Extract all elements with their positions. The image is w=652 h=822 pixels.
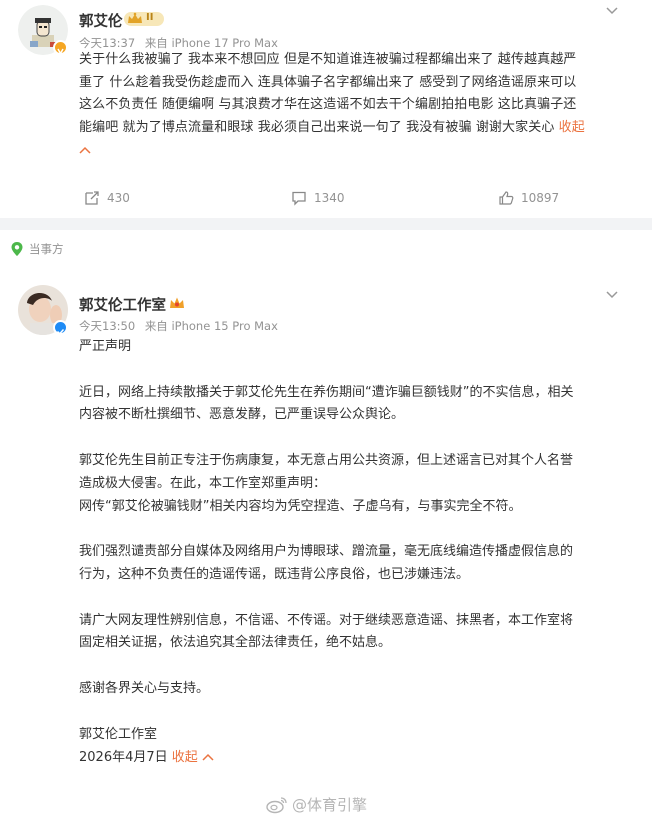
statement-paragraph: 感谢各界关心与支持。	[79, 678, 624, 701]
location-pin-icon	[11, 242, 23, 256]
username[interactable]: 郭艾伦	[79, 10, 123, 31]
collapse-link[interactable]: 收起	[172, 750, 198, 765]
comment-icon	[292, 191, 306, 206]
statement-line: 内容被不断杜撰细节、恶意发酵，已严重误导公众舆论。	[79, 407, 405, 423]
collapse-arrow-icon[interactable]	[202, 750, 214, 764]
post-card-1: 郭艾伦 II 今天13:37 来自 iPhone 17 Pro Max 关于什么…	[0, 0, 652, 218]
post-source: 来自 iPhone 17 Pro Max	[144, 36, 278, 50]
post-time[interactable]: 今天13:37	[79, 36, 135, 50]
post-line: 能编吧 就为了博点流量和眼球 我必须自己出来说一句了 我没有被骗 谢谢大家关心	[79, 119, 559, 135]
like-button[interactable]: 10897	[498, 190, 559, 206]
weibo-logo-icon	[266, 796, 287, 813]
statement-date-line: 2026年4月7日 收起	[79, 746, 624, 770]
post-time[interactable]: 今天13:50	[79, 319, 135, 333]
statement-line: 郭艾伦先生目前正专注于伤病康复，本无意占用公共资源，但上述谣言已对其个人名誉	[79, 452, 574, 468]
post-meta: 今天13:50 来自 iPhone 15 Pro Max	[79, 318, 284, 334]
statement-line: 固定相关证据，依法追究其全部法律责任，绝不姑息。	[79, 635, 392, 651]
username-text[interactable]: 郭艾伦工作室	[79, 298, 166, 314]
statement-signature: 郭艾伦工作室	[79, 726, 158, 742]
post-line: 这么不负责任 随便编啊 与其浪费才华在这造谣不如去干个编剧拍拍电影 这比真骗子还	[79, 97, 577, 113]
comment-button[interactable]: 1340	[291, 190, 345, 206]
statement-line: 感谢各界关心与支持。	[79, 680, 210, 696]
crown-icon	[168, 295, 186, 311]
chevron-down-icon[interactable]	[606, 0, 618, 15]
statement-line: 请广大网友理性辨别信息，不信谣、不传谣。对于继续恶意造谣、抹黑者，本工作室将	[79, 612, 574, 628]
post-line: 关于什么我被骗了 我本来不想回应 但是不知道谁连被骗过程都编出来了 越传越真越严	[79, 52, 577, 67]
collapse-link[interactable]: 收起	[559, 120, 585, 135]
action-bar: 430 1340 10897	[0, 190, 652, 210]
watermark: @体育引擎	[266, 794, 367, 815]
post-line: 重了 什么趁着我受伤趁虚而入 连具体骗子名字都编出来了 感受到了网络造谣原来可以	[79, 74, 577, 90]
tag-label: 当事方	[29, 242, 64, 256]
username[interactable]: 郭艾伦工作室	[79, 294, 166, 315]
statement-body: 严正声明 近日，网络上持续散播关于郭艾伦先生在养伤期间“遭诈骗巨额钱财”的不实信…	[79, 336, 624, 770]
party-tag: 当事方	[10, 241, 64, 257]
section-divider	[0, 218, 652, 230]
post-source: 来自 iPhone 15 Pro Max	[144, 319, 278, 333]
statement-line: 造成极大侵害。在此，本工作室郑重声明：	[79, 475, 327, 491]
watermark-text: @体育引擎	[292, 796, 368, 814]
collapse-arrow-icon[interactable]	[79, 143, 91, 157]
statement-line: 行为，这种不负责任的造谣传谣，既违背公序良俗，也已涉嫌违法。	[79, 566, 470, 582]
like-count: 10897	[521, 191, 560, 205]
repost-button[interactable]: 430	[84, 190, 130, 206]
statement-line: 我们强烈谴责部分自媒体及网络用户为博眼球、蹭流量，毫无底线编造传播虚假信息的	[79, 544, 574, 560]
repost-count: 430	[107, 191, 130, 205]
repost-icon	[85, 191, 99, 205]
thumbs-up-icon	[499, 191, 514, 205]
statement-line: 网传“郭艾伦被骗钱财”相关内容均为凭空捏造、子虚乌有，与事实完全不符。	[79, 498, 522, 514]
statement-paragraph: 近日，网络上持续散播关于郭艾伦先生在养伤期间“遭诈骗巨额钱财”的不实信息，相关 …	[79, 382, 624, 428]
verified-badge-icon	[53, 320, 68, 335]
statement-paragraph: 郭艾伦先生目前正专注于伤病康复，本无意占用公共资源，但上述谣言已对其个人名誉 造…	[79, 450, 624, 518]
chevron-down-icon[interactable]	[606, 284, 618, 299]
verified-badge-icon	[53, 40, 68, 56]
statement-title: 严正声明	[79, 339, 132, 354]
statement-date: 2026年4月7日	[79, 750, 168, 766]
post-body: 关于什么我被骗了 我本来不想回应 但是不知道谁连被骗过程都编出来了 越传越真越严…	[79, 49, 624, 163]
statement-paragraph: 我们强烈谴责部分自媒体及网络用户为博眼球、蹭流量，毫无底线编造传播虚假信息的 行…	[79, 541, 624, 587]
level-badge: II	[124, 11, 164, 27]
statement-paragraph: 请广大网友理性辨别信息，不信谣、不传谣。对于继续恶意造谣、抹黑者，本工作室将 固…	[79, 610, 624, 656]
comment-count: 1340	[314, 191, 345, 205]
crown-icon	[124, 12, 164, 26]
username-text[interactable]: 郭艾伦	[79, 14, 123, 30]
level-text: II	[146, 12, 154, 23]
statement-line: 近日，网络上持续散播关于郭艾伦先生在养伤期间“遭诈骗巨额钱财”的不实信息，相关	[79, 384, 574, 400]
